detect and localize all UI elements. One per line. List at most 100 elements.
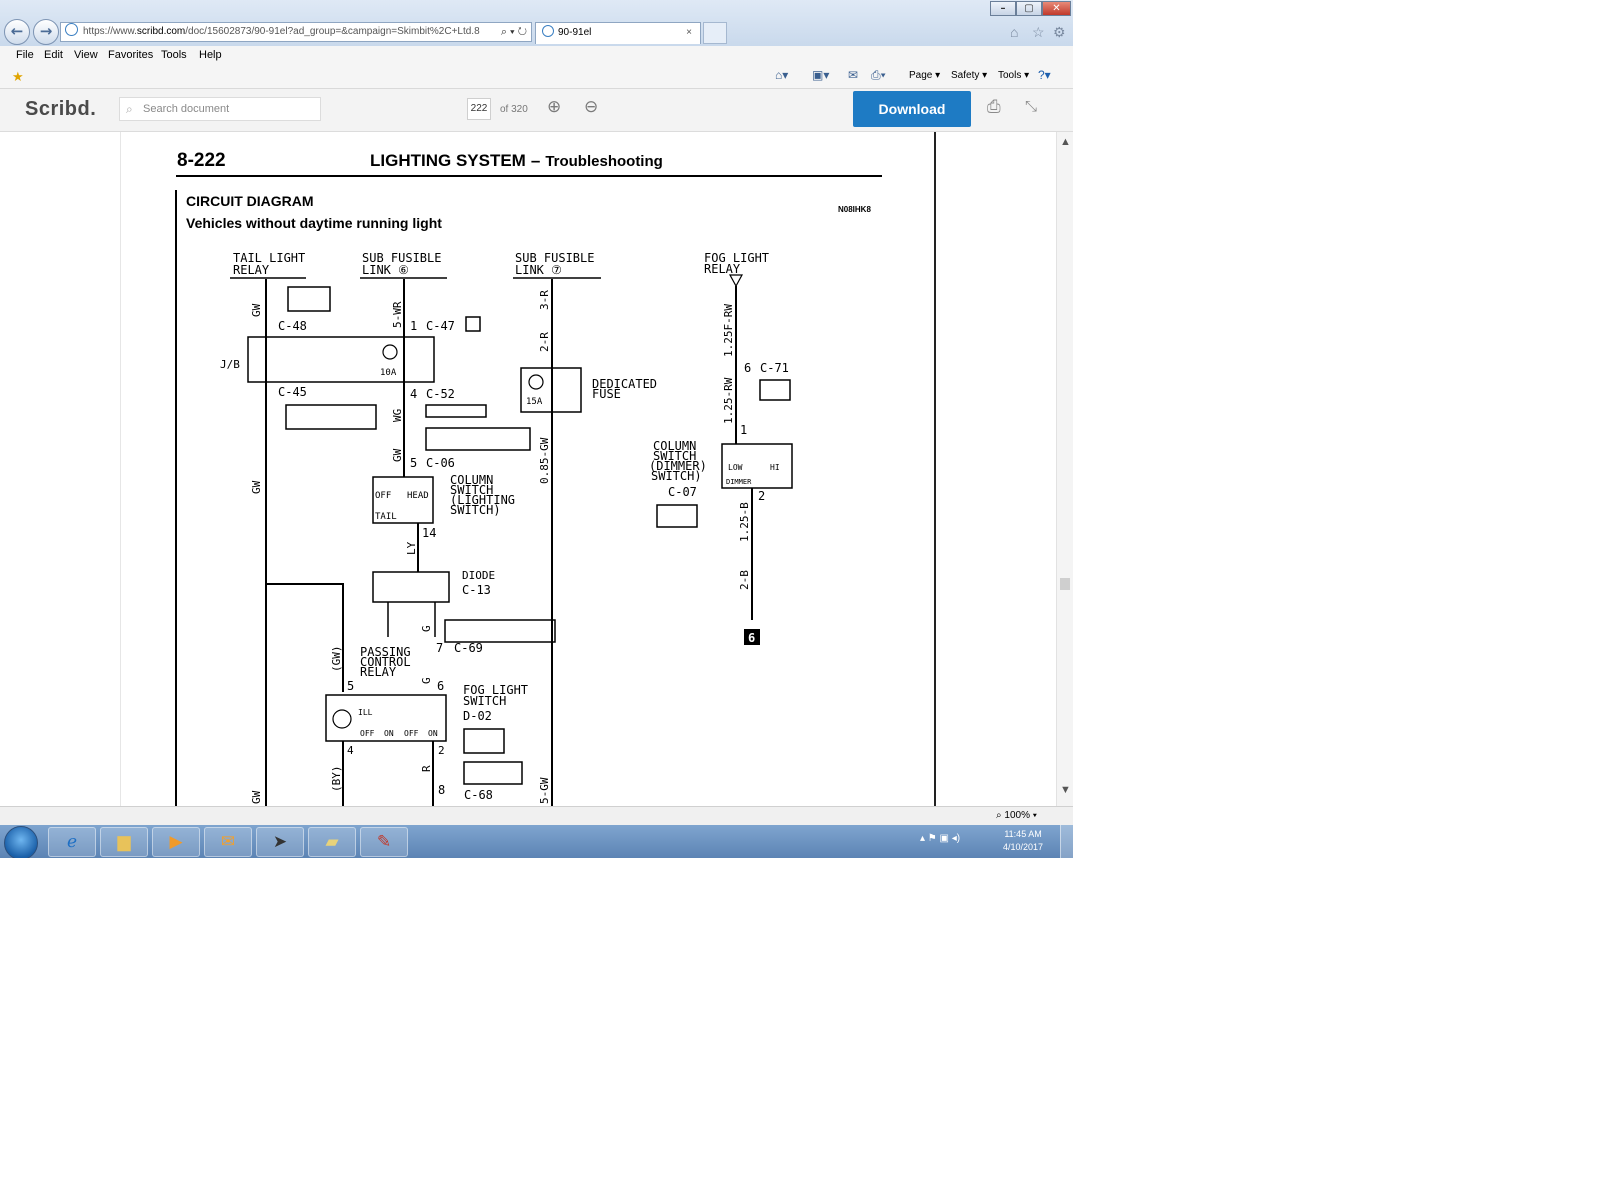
home-icon[interactable]: ⌂ [1010,24,1018,40]
mail-icon[interactable]: ✉ [848,68,858,82]
menu-file[interactable]: File [16,49,34,61]
header-title-text: LIGHTING SYSTEM [370,151,526,170]
url-field[interactable]: https://www.scribd.com/doc/15602873/90-9… [60,22,532,42]
add-favorite-star-icon[interactable]: ★ [12,69,24,85]
fuse-15a-symbol [528,374,544,390]
label-dimmer-col-4: SWITCH) [651,469,702,483]
label-fuse-word: FUSE [592,387,621,401]
label-wire-gw-c06: GW [391,448,404,462]
label-wire-3r: 3-R [538,290,551,310]
label-fog-relay: RELAY [704,262,741,276]
page-number-input[interactable]: 222 [467,98,491,120]
taskbar-outlook-icon[interactable]: ✉ [204,827,252,857]
zoom-in-icon[interactable]: ⊕ [547,97,561,117]
label-tail-relay: RELAY [233,263,270,277]
menu-help[interactable]: Help [199,49,222,61]
menu-view[interactable]: View [74,49,98,61]
windows-taskbar: ℯ ▆ ▶ ✉ ➤ ▰ ✎ ▴ ⚑ ▣ ◂) 11:45 AM 4/10/201… [0,825,1073,858]
header-subtitle: Troubleshooting [545,153,663,170]
taskbar-explorer-icon[interactable]: ▆ [100,827,148,857]
label-wire-g-1: G [420,625,433,632]
home-cmd-icon[interactable]: ⌂▾ [775,68,788,82]
feeds-icon[interactable]: ▣▾ [812,68,829,82]
label-ill: ILL [358,708,373,717]
close-window-button[interactable]: ✕ [1042,1,1071,16]
label-c06: C-06 [426,456,455,470]
label-link-6: LINK ⑥ [362,263,409,277]
connector-c45-box [285,404,377,430]
print-cmd-icon[interactable]: ⎙▾ [871,68,886,83]
search-document-input[interactable]: ⌕ Search document [119,97,321,121]
menu-edit[interactable]: Edit [44,49,63,61]
vertical-scrollbar[interactable]: ▲ ▼ [1056,132,1073,806]
menu-favorites[interactable]: Favorites [108,49,153,61]
safety-menu[interactable]: Safety ▾ [951,70,987,81]
connector-c52-box [425,404,487,418]
label-ground: 6 [748,631,755,645]
taskbar-ie-icon[interactable]: ℯ [48,827,96,857]
scroll-up-icon[interactable]: ▲ [1060,136,1071,148]
close-tab-icon[interactable]: × [686,23,692,43]
diode-box [372,571,450,603]
fuse-10a-symbol [382,344,398,360]
label-pin-4b: 4 [347,744,354,757]
scroll-down-icon[interactable]: ▼ [1060,784,1071,796]
zoom-out-icon[interactable]: ⊖ [584,97,598,117]
circuit-diagram: 8-222 LIGHTING SYSTEM – Troubleshooting CI… [175,150,882,806]
scribd-logo[interactable]: Scribd. [25,98,96,121]
print-icon[interactable]: ⎙ [987,97,1001,117]
label-c48: C-48 [278,319,307,333]
doc-header-title: LIGHTING SYSTEM – Troubleshooting [370,151,663,170]
label-pin-2: 2 [758,489,765,503]
taskbar-media-player-icon[interactable]: ▶ [152,827,200,857]
fog-relay-terminal [728,274,744,288]
maximize-button[interactable]: ▢ [1016,1,1042,16]
label-c47: C-47 [426,319,455,333]
minimize-button[interactable]: – [990,1,1016,16]
label-off-a: OFF [360,729,375,738]
tools-menu[interactable]: Tools ▾ [998,70,1029,81]
zoom-level[interactable]: ⌕ 100% ▾ [996,810,1037,821]
back-button[interactable]: ← [4,19,30,45]
system-tray-icons[interactable]: ▴ ⚑ ▣ ◂) [920,833,960,844]
doc-page-number: 8-222 [177,150,226,171]
label-wire-wg: WG [391,409,404,422]
label-wire-ly: LY [405,541,418,555]
reference-code: N08IHK8 [838,205,871,214]
label-on-a: ON [384,729,394,738]
label-pin-8: 8 [438,783,445,797]
taskbar-paint-icon[interactable]: ✎ [360,827,408,857]
favorites-star-icon[interactable]: ☆ [1032,24,1045,41]
label-wire-g-2: G [420,677,433,684]
label-c52: C-52 [426,387,455,401]
clock[interactable]: 11:45 AM 4/10/2017 [1003,828,1043,854]
scroll-thumb[interactable] [1060,578,1070,590]
new-tab-button[interactable] [703,22,727,44]
show-desktop-button[interactable] [1060,825,1073,858]
clock-time: 11:45 AM [1004,829,1042,839]
help-icon[interactable]: ?▾ [1038,68,1051,82]
taskbar-folder-icon[interactable]: ▰ [308,827,356,857]
page-menu[interactable]: Page ▾ [909,70,940,81]
settings-gear-icon[interactable]: ⚙ [1053,24,1066,41]
connector-c07-box [656,504,698,528]
url-search-refresh-icons[interactable]: ⌕ ▾ ↻ [501,23,527,41]
junction-block [247,336,435,383]
browser-tab[interactable]: 90-91el × [535,22,701,44]
label-wire-5wr: 5-WR [391,301,404,328]
start-button[interactable] [4,826,38,858]
forward-button[interactable]: → [33,19,59,45]
label-off-b: OFF [404,729,419,738]
label-c69: C-69 [454,641,483,655]
label-wire-5gw: 5-GW [538,777,551,804]
url-path: /doc/15602873/90-91el?ad_group=&campaign… [185,26,480,37]
taskbar-app-icon[interactable]: ➤ [256,827,304,857]
relay-coil-symbol [332,709,352,729]
label-fog-switch-2: SWITCH [463,694,506,708]
download-button[interactable]: Download [853,91,971,127]
label-pin-6b: 6 [744,361,751,375]
wire-gw-branch [266,583,344,692]
label-on-b: ON [428,729,438,738]
menu-tools[interactable]: Tools [161,49,187,61]
exit-fullscreen-icon[interactable]: ⤡ [1025,98,1037,115]
